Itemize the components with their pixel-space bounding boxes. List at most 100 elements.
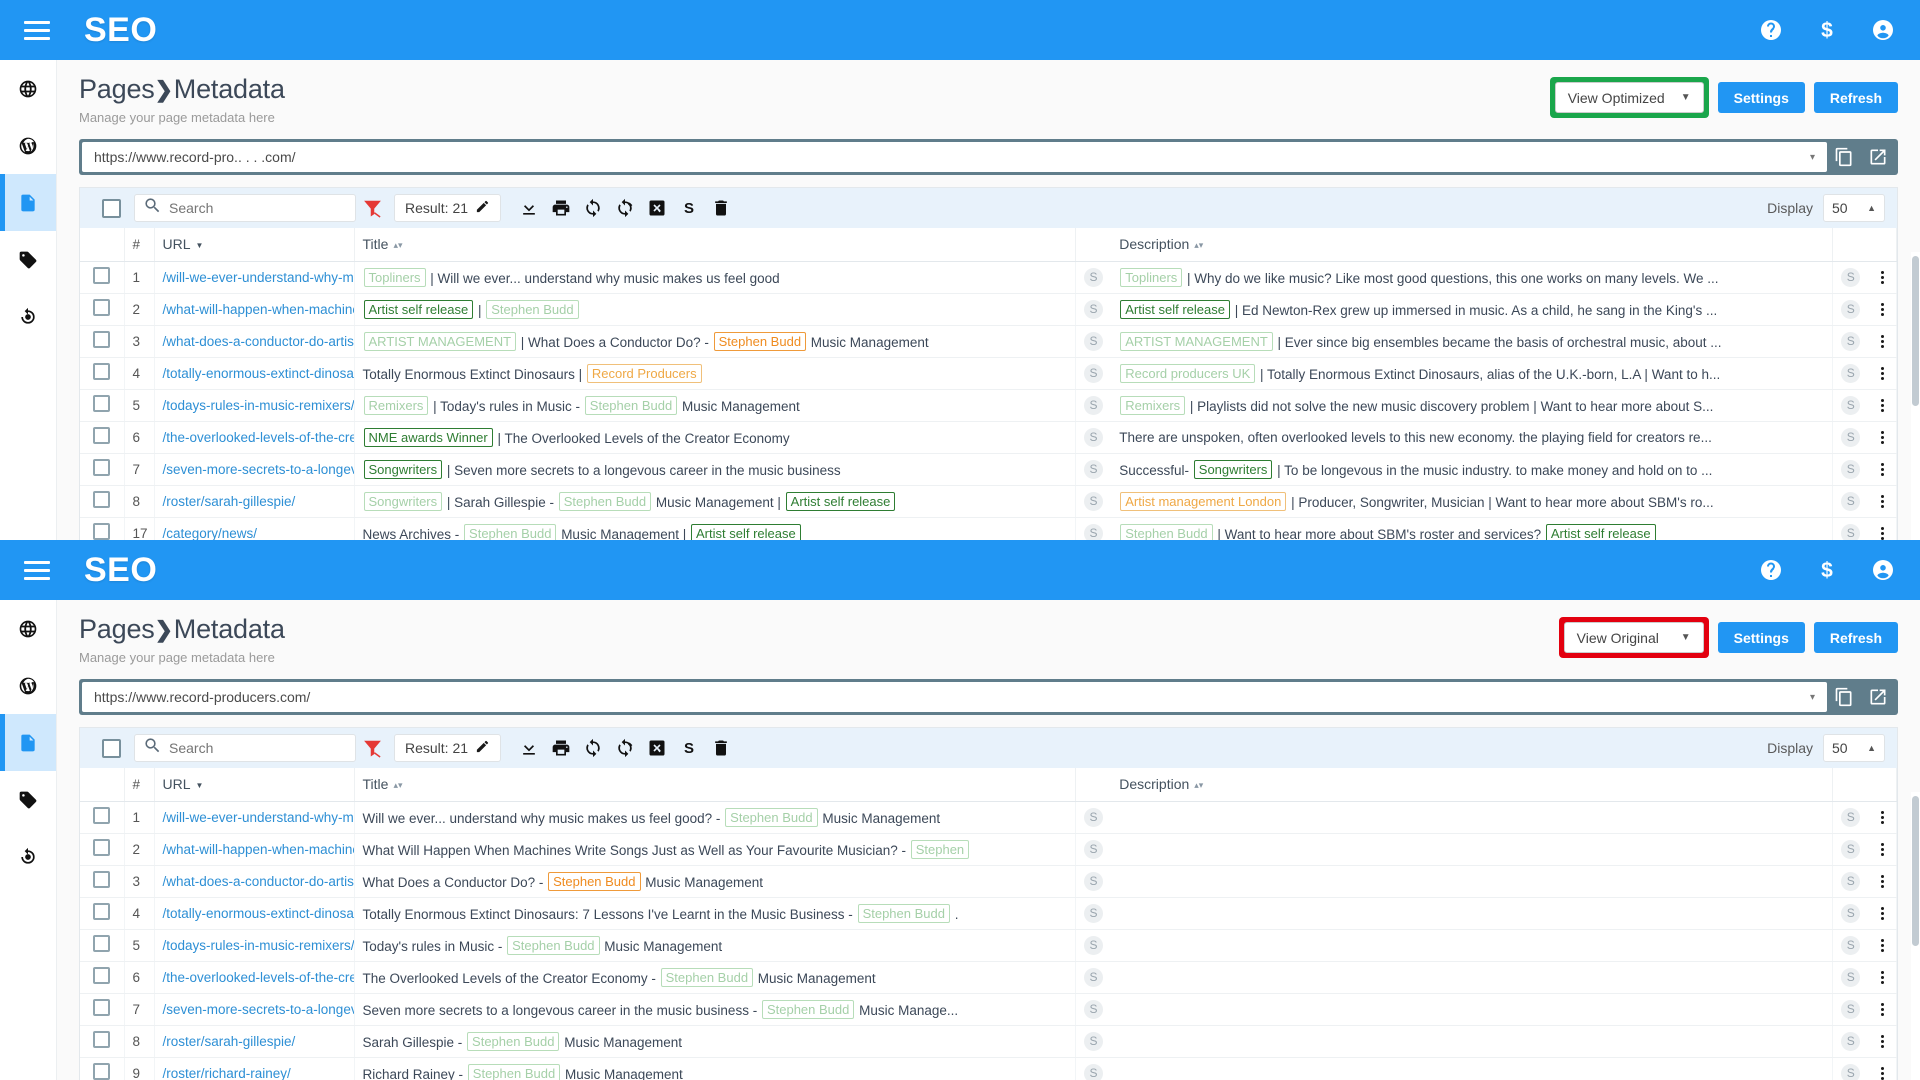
- row-checkbox[interactable]: [80, 897, 125, 930]
- billing-dollar-icon[interactable]: $: [1814, 557, 1840, 583]
- row-actions-menu[interactable]: [1868, 801, 1897, 834]
- row-checkbox[interactable]: [80, 961, 125, 994]
- description-score-badge[interactable]: S: [1832, 453, 1869, 486]
- row-actions-menu[interactable]: [1868, 961, 1897, 994]
- table-row[interactable]: 2/what-will-happen-when-machine... Artist…: [80, 293, 1897, 326]
- row-url[interactable]: /seven-more-secrets-to-a-longev...: [154, 453, 355, 486]
- row-description[interactable]: Stephen Budd | Want to hear more about S…: [1111, 517, 1834, 540]
- s-icon[interactable]: S: [677, 736, 701, 760]
- download-icon[interactable]: [517, 196, 541, 220]
- title-score-badge[interactable]: S: [1075, 325, 1112, 358]
- display-count-select[interactable]: 50 ▲: [1823, 194, 1885, 223]
- refresh-button[interactable]: Refresh: [1813, 82, 1898, 113]
- search-box[interactable]: [134, 194, 356, 223]
- breadcrumb-root[interactable]: Pages: [79, 614, 155, 645]
- close-box-icon[interactable]: [645, 196, 669, 220]
- refresh-button[interactable]: Refresh: [1813, 622, 1898, 653]
- sidebar-item-wordpress[interactable]: [0, 117, 56, 174]
- row-title[interactable]: Sarah Gillespie - Stephen Budd Music Man…: [354, 1025, 1076, 1058]
- table-row[interactable]: 17/category/news/News Archives - Stephen…: [80, 517, 1897, 540]
- close-box-icon[interactable]: [645, 736, 669, 760]
- description-score-badge[interactable]: S: [1832, 357, 1869, 390]
- row-title[interactable]: What Will Happen When Machines Write Son…: [354, 833, 1076, 866]
- description-score-badge[interactable]: S: [1832, 801, 1869, 834]
- row-checkbox[interactable]: [80, 389, 125, 422]
- row-description[interactable]: [1111, 993, 1834, 1026]
- dots-vertical-icon[interactable]: [1877, 334, 1889, 348]
- dots-vertical-icon[interactable]: [1877, 842, 1889, 856]
- row-description[interactable]: [1111, 865, 1834, 898]
- sidebar-item-tags[interactable]: [0, 231, 56, 288]
- title-score-badge[interactable]: S: [1075, 929, 1112, 962]
- dots-vertical-icon[interactable]: [1877, 526, 1889, 540]
- description-score-badge[interactable]: S: [1832, 1057, 1869, 1080]
- account-icon[interactable]: [1870, 17, 1896, 43]
- row-actions-menu[interactable]: [1868, 421, 1897, 454]
- hamburger-icon[interactable]: [24, 15, 54, 45]
- hamburger-icon[interactable]: [24, 555, 54, 585]
- table-row[interactable]: 3/what-does-a-conductor-do-artist... What…: [80, 865, 1897, 898]
- column-number[interactable]: #: [124, 228, 155, 262]
- row-title[interactable]: Totally Enormous Extinct Dinosaurs: 7 Le…: [354, 897, 1076, 930]
- result-count-chip[interactable]: Result: 21: [394, 194, 502, 223]
- row-title[interactable]: Will we ever... understand why music mak…: [354, 801, 1076, 834]
- row-description[interactable]: Successful- Songwriters | To be longevou…: [1111, 453, 1834, 486]
- copy-icon[interactable]: [1827, 687, 1861, 707]
- row-description[interactable]: [1111, 961, 1834, 994]
- row-actions-menu[interactable]: [1868, 261, 1897, 294]
- title-score-badge[interactable]: S: [1075, 801, 1112, 834]
- delete-icon[interactable]: [709, 196, 733, 220]
- row-title[interactable]: Seven more secrets to a longevous career…: [354, 993, 1076, 1026]
- sync-alert-icon[interactable]: [613, 196, 637, 220]
- row-url[interactable]: /roster/sarah-gillespie/: [154, 485, 355, 518]
- title-score-badge[interactable]: S: [1075, 961, 1112, 994]
- dots-vertical-icon[interactable]: [1877, 938, 1889, 952]
- pencil-icon[interactable]: [475, 199, 490, 217]
- title-score-badge[interactable]: S: [1075, 993, 1112, 1026]
- row-checkbox[interactable]: [80, 517, 125, 540]
- sidebar-item-pages[interactable]: [0, 174, 56, 231]
- row-actions-menu[interactable]: [1868, 1025, 1897, 1058]
- column-description[interactable]: Description ▴▾: [1111, 768, 1834, 802]
- column-title[interactable]: Title ▴▾: [354, 768, 1076, 802]
- row-title[interactable]: Totally Enormous Extinct Dinosaurs | Rec…: [354, 357, 1076, 390]
- row-title[interactable]: NME awards Winner | The Overlooked Level…: [354, 421, 1076, 454]
- description-score-badge[interactable]: S: [1832, 261, 1869, 294]
- dots-vertical-icon[interactable]: [1877, 494, 1889, 508]
- row-actions-menu[interactable]: [1868, 865, 1897, 898]
- row-actions-menu[interactable]: [1868, 833, 1897, 866]
- row-description[interactable]: [1111, 801, 1834, 834]
- row-checkbox[interactable]: [80, 325, 125, 358]
- sync-icon[interactable]: [581, 196, 605, 220]
- dots-vertical-icon[interactable]: [1877, 1002, 1889, 1016]
- row-description[interactable]: There are unspoken, often overlooked lev…: [1111, 421, 1834, 454]
- row-url[interactable]: /will-we-ever-understand-why-mu...: [154, 801, 355, 834]
- description-score-badge[interactable]: S: [1832, 421, 1869, 454]
- row-actions-menu[interactable]: [1868, 293, 1897, 326]
- column-url[interactable]: URL ▼: [154, 768, 355, 802]
- dots-vertical-icon[interactable]: [1877, 1034, 1889, 1048]
- sidebar-item-tags[interactable]: [0, 771, 56, 828]
- row-checkbox[interactable]: [80, 1025, 125, 1058]
- title-score-badge[interactable]: S: [1075, 389, 1112, 422]
- sidebar-item-wordpress[interactable]: [0, 657, 56, 714]
- description-score-badge[interactable]: S: [1832, 517, 1869, 540]
- row-url[interactable]: /todays-rules-in-music-remixers/: [154, 389, 355, 422]
- table-row[interactable]: 5/todays-rules-in-music-remixers/Remixer…: [80, 389, 1897, 422]
- row-checkbox[interactable]: [80, 293, 125, 326]
- row-checkbox[interactable]: [80, 421, 125, 454]
- row-description[interactable]: Artist management London | Producer, Son…: [1111, 485, 1834, 518]
- dots-vertical-icon[interactable]: [1877, 810, 1889, 824]
- settings-button[interactable]: Settings: [1717, 82, 1805, 113]
- row-description[interactable]: Topliners | Why do we like music? Like m…: [1111, 261, 1834, 294]
- row-checkbox[interactable]: [80, 833, 125, 866]
- search-input[interactable]: [169, 200, 347, 217]
- table-scrollbar[interactable]: [1911, 792, 1920, 1080]
- table-row[interactable]: 7/seven-more-secrets-to-a-longev... Songw…: [80, 453, 1897, 486]
- row-description[interactable]: ARTIST MANAGEMENT | Ever since big ensem…: [1111, 325, 1834, 358]
- description-score-badge[interactable]: S: [1832, 325, 1869, 358]
- filter-clear-icon[interactable]: [356, 198, 388, 219]
- row-url[interactable]: /totally-enormous-extinct-dinosa...: [154, 357, 355, 390]
- download-icon[interactable]: [517, 736, 541, 760]
- pencil-icon[interactable]: [475, 739, 490, 757]
